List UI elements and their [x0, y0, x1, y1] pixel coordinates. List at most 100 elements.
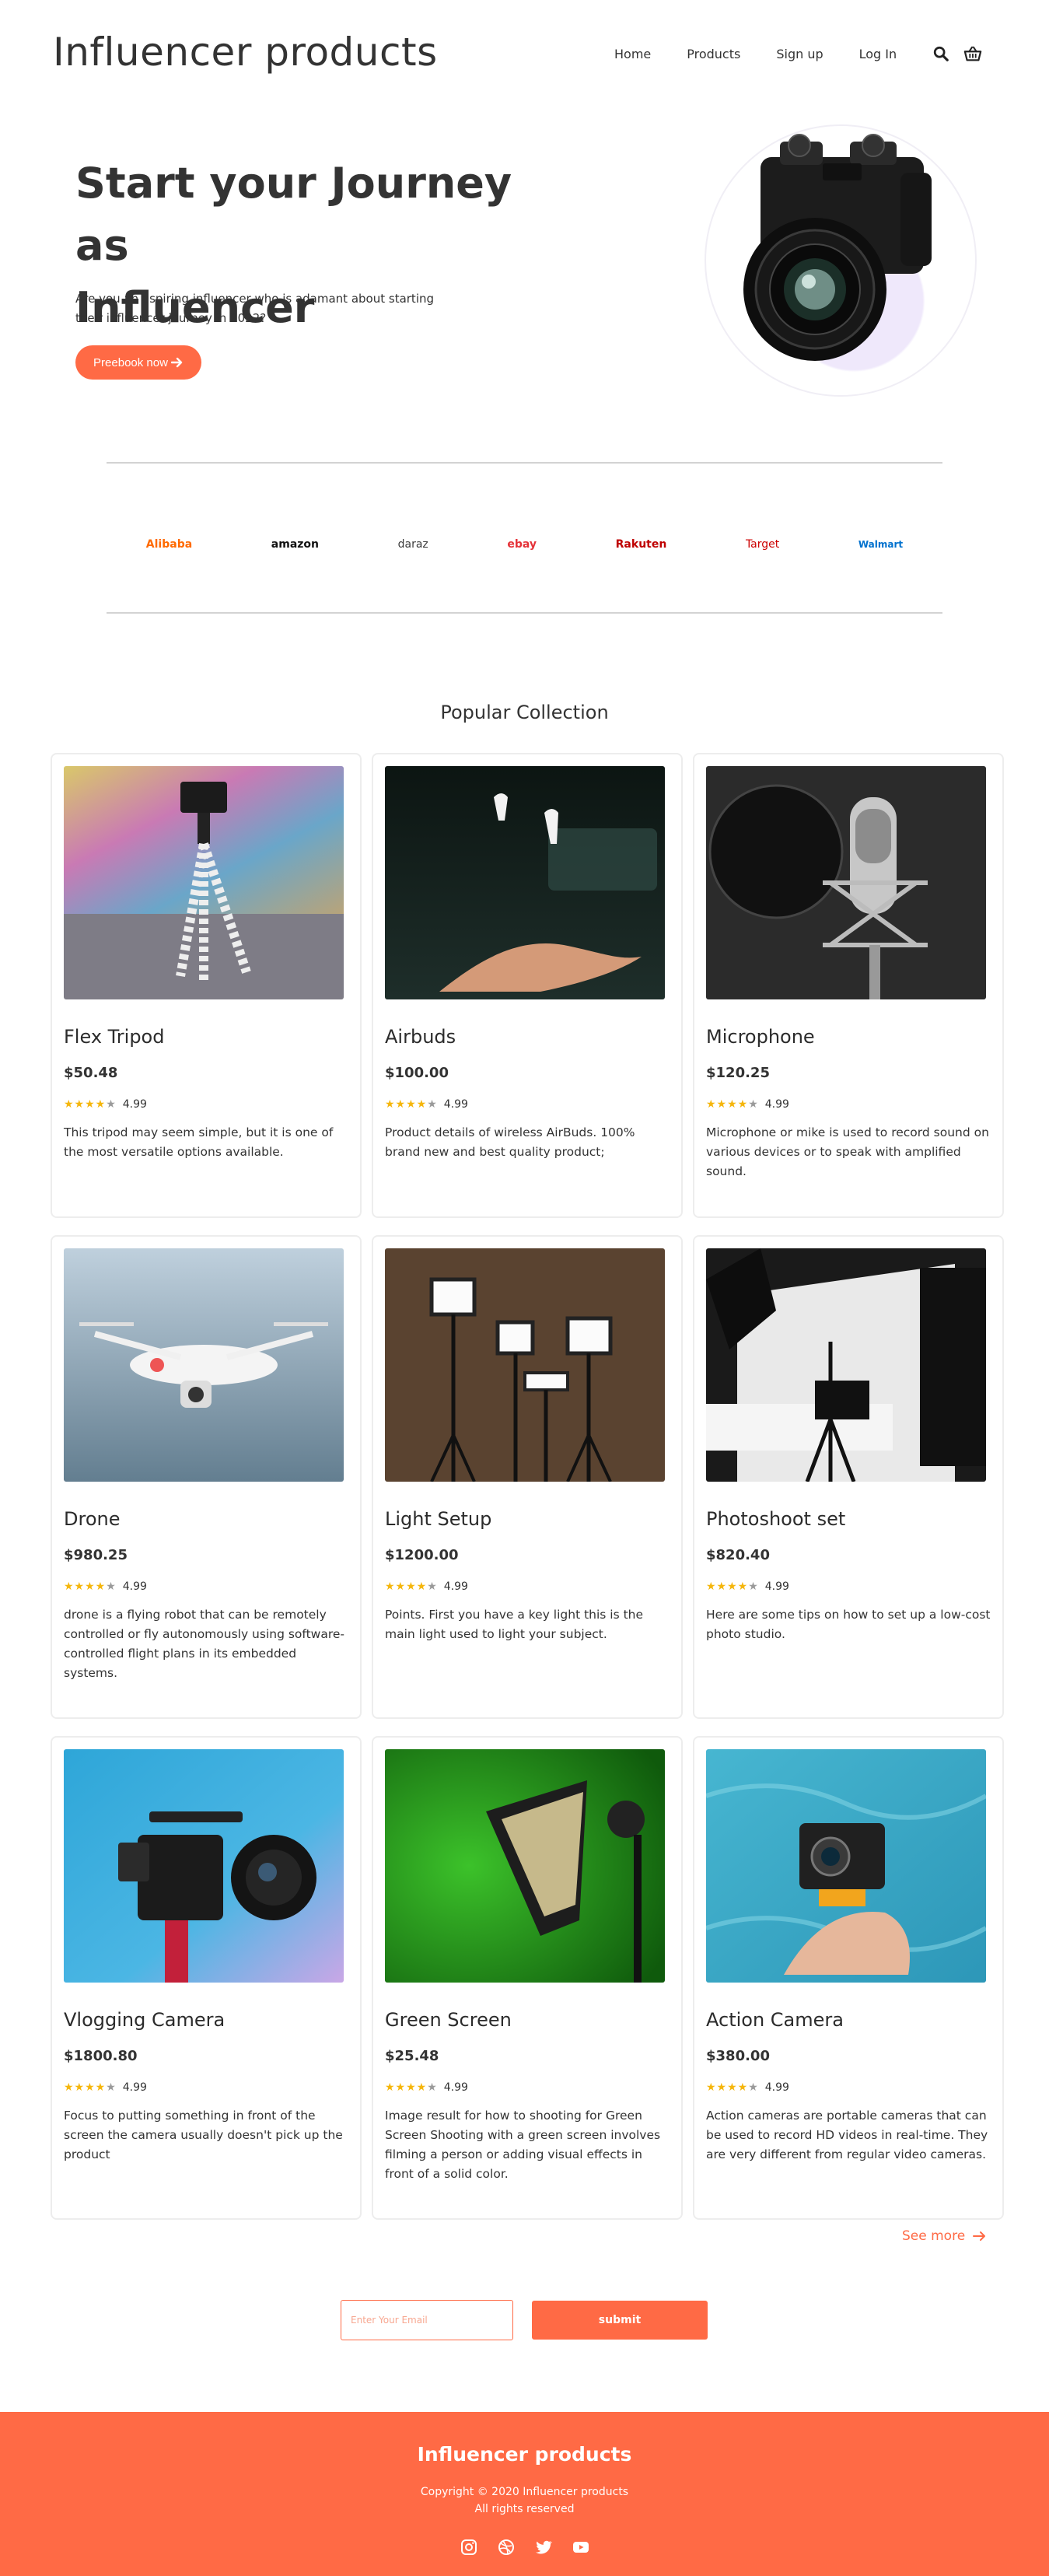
rating-value: 4.99	[122, 2081, 147, 2094]
product-description: Here are some tips on how to set up a lo…	[706, 1608, 991, 1641]
product-rating: ★★★★★ 4.99	[385, 1580, 670, 1593]
nav-home[interactable]: Home	[614, 47, 651, 61]
product-price: $980.25	[64, 1547, 128, 1563]
cart-basket-icon[interactable]	[963, 45, 982, 62]
product-price: $120.25	[706, 1065, 770, 1081]
product-card[interactable]: Drone $980.25 ★★★★★ 4.99 drone is a flyin…	[51, 1235, 362, 1719]
product-rating: ★★★★★ 4.99	[706, 1098, 991, 1111]
product-image-photoshoot-set	[706, 1248, 986, 1482]
product-price: $380.00	[706, 2048, 770, 2064]
star-rating-icon: ★★★★★	[385, 1098, 438, 1111]
product-rating: ★★★★★ 4.99	[64, 1580, 348, 1593]
product-description: Product details of wireless AirBuds. 100…	[385, 1125, 635, 1159]
email-field[interactable]	[341, 2300, 513, 2340]
product-image-green-screen	[385, 1749, 665, 1983]
nav-products[interactable]: Products	[687, 47, 740, 61]
preebook-button[interactable]: Preebook now	[75, 345, 201, 380]
rating-value: 4.99	[122, 1098, 147, 1111]
product-rating: ★★★★★ 4.99	[64, 2081, 348, 2094]
site-header: Influencer products Home Products Sign u…	[0, 0, 1049, 109]
product-price: $100.00	[385, 1065, 449, 1081]
nav-sign-up[interactable]: Sign up	[776, 47, 823, 61]
product-rating: ★★★★★ 4.99	[706, 2081, 991, 2094]
product-price: $1800.80	[64, 2048, 138, 2064]
product-title[interactable]: Green Screen	[385, 2009, 670, 2031]
submit-button[interactable]: submit	[532, 2301, 708, 2340]
rating-value: 4.99	[764, 1580, 789, 1593]
logo-rakuten: Rakuten	[615, 538, 667, 551]
product-image-vlogging-camera	[64, 1749, 344, 1983]
product-image-microphone	[706, 766, 986, 999]
product-card[interactable]: Vlogging Camera $1800.80 ★★★★★ 4.99 Focus…	[51, 1736, 362, 2220]
star-rating-icon: ★★★★★	[64, 1098, 117, 1111]
product-rating: ★★★★★ 4.99	[706, 1580, 991, 1593]
product-description: Image result for how to shooting for Gre…	[385, 2109, 661, 2181]
star-rating-icon: ★★★★★	[706, 1098, 759, 1111]
section-title: Popular Collection	[440, 702, 609, 723]
twitter-icon[interactable]	[534, 2538, 553, 2557]
product-description: Microphone or mike is used to record sou…	[706, 1125, 989, 1178]
product-title[interactable]: Action Camera	[706, 2009, 991, 2031]
product-card[interactable]: Flex Tripod $50.48 ★★★★★ 4.99 This tripod…	[51, 753, 362, 1218]
youtube-icon[interactable]	[572, 2538, 590, 2557]
product-title[interactable]: Drone	[64, 1508, 348, 1530]
star-rating-icon: ★★★★★	[385, 2081, 438, 2094]
logo-alibaba: Alibaba	[145, 538, 193, 551]
product-title[interactable]: Flex Tripod	[64, 1026, 348, 1048]
rights-text: All rights reserved	[474, 2503, 575, 2515]
product-card[interactable]: Microphone $120.25 ★★★★★ 4.99 Microphone …	[693, 753, 1004, 1218]
product-description: Points. First you have a key light this …	[385, 1608, 644, 1641]
product-title[interactable]: Light Setup	[385, 1508, 670, 1530]
main-nav: Home Products Sign up Log In	[614, 45, 995, 62]
instagram-icon[interactable]	[460, 2538, 478, 2557]
social-links	[0, 2538, 1049, 2557]
product-image-action-camera	[706, 1749, 986, 1983]
star-rating-icon: ★★★★★	[706, 1580, 759, 1593]
arrow-right-icon	[170, 357, 183, 368]
product-image-drone	[64, 1248, 344, 1482]
rating-value: 4.99	[443, 1580, 468, 1593]
rating-value: 4.99	[443, 1098, 468, 1111]
search-icon[interactable]	[932, 45, 949, 62]
product-title[interactable]: Photoshoot set	[706, 1508, 991, 1530]
partner-logos: Alibaba amazon daraz ebay Rakuten Target…	[107, 513, 942, 576]
footer-brand: Influencer products	[417, 2443, 632, 2466]
rating-value: 4.99	[764, 2081, 789, 2094]
product-price: $820.40	[706, 1547, 770, 1563]
copyright-text: Copyright © 2020 Influencer products	[420, 2486, 629, 2498]
logo-walmart: Walmart	[858, 539, 904, 550]
product-rating: ★★★★★ 4.99	[385, 1098, 670, 1111]
product-grid: Flex Tripod $50.48 ★★★★★ 4.99 This tripod…	[51, 753, 1004, 2220]
product-image-light-setup	[385, 1248, 665, 1482]
rating-value: 4.99	[443, 2081, 468, 2094]
hero-subtitle: Are you an aspiring influencer who is ad…	[75, 292, 435, 325]
star-rating-icon: ★★★★★	[64, 1580, 117, 1593]
product-description: This tripod may seem simple, but it is o…	[64, 1125, 334, 1159]
dribbble-icon[interactable]	[497, 2538, 516, 2557]
logo-amazon: amazon	[271, 538, 319, 551]
hero-title-line1: Start your Journey as	[75, 159, 512, 270]
product-price: $50.48	[64, 1065, 118, 1081]
product-title[interactable]: Microphone	[706, 1026, 991, 1048]
nav-log-in[interactable]: Log In	[859, 47, 897, 61]
see-more-link[interactable]: See more	[902, 2228, 987, 2244]
star-rating-icon: ★★★★★	[385, 1580, 438, 1593]
hero-camera-image	[705, 124, 977, 397]
rating-value: 4.99	[764, 1098, 789, 1111]
brand-logo[interactable]: Influencer products	[53, 30, 438, 75]
product-card[interactable]: Airbuds $100.00 ★★★★★ 4.99 Product detail…	[372, 753, 683, 1218]
product-image-tripod	[64, 766, 344, 999]
product-rating: ★★★★★ 4.99	[385, 2081, 670, 2094]
star-rating-icon: ★★★★★	[706, 2081, 759, 2094]
product-card[interactable]: Light Setup $1200.00 ★★★★★ 4.99 Points. F…	[372, 1235, 683, 1719]
product-card[interactable]: Photoshoot set $820.40 ★★★★★ 4.99 Here ar…	[693, 1235, 1004, 1719]
site-footer: Influencer products Copyright © 2020 Inf…	[0, 2412, 1049, 2576]
product-card[interactable]: Action Camera $380.00 ★★★★★ 4.99 Action c…	[693, 1736, 1004, 2220]
product-title[interactable]: Airbuds	[385, 1026, 670, 1048]
logo-target: Target	[745, 538, 780, 551]
product-description: Focus to putting something in front of t…	[64, 2109, 343, 2161]
product-card[interactable]: Green Screen $25.48 ★★★★★ 4.99 Image resu…	[372, 1736, 683, 2220]
product-description: Action cameras are portable cameras that…	[706, 2109, 988, 2161]
rating-value: 4.99	[122, 1580, 147, 1593]
product-title[interactable]: Vlogging Camera	[64, 2009, 348, 2031]
